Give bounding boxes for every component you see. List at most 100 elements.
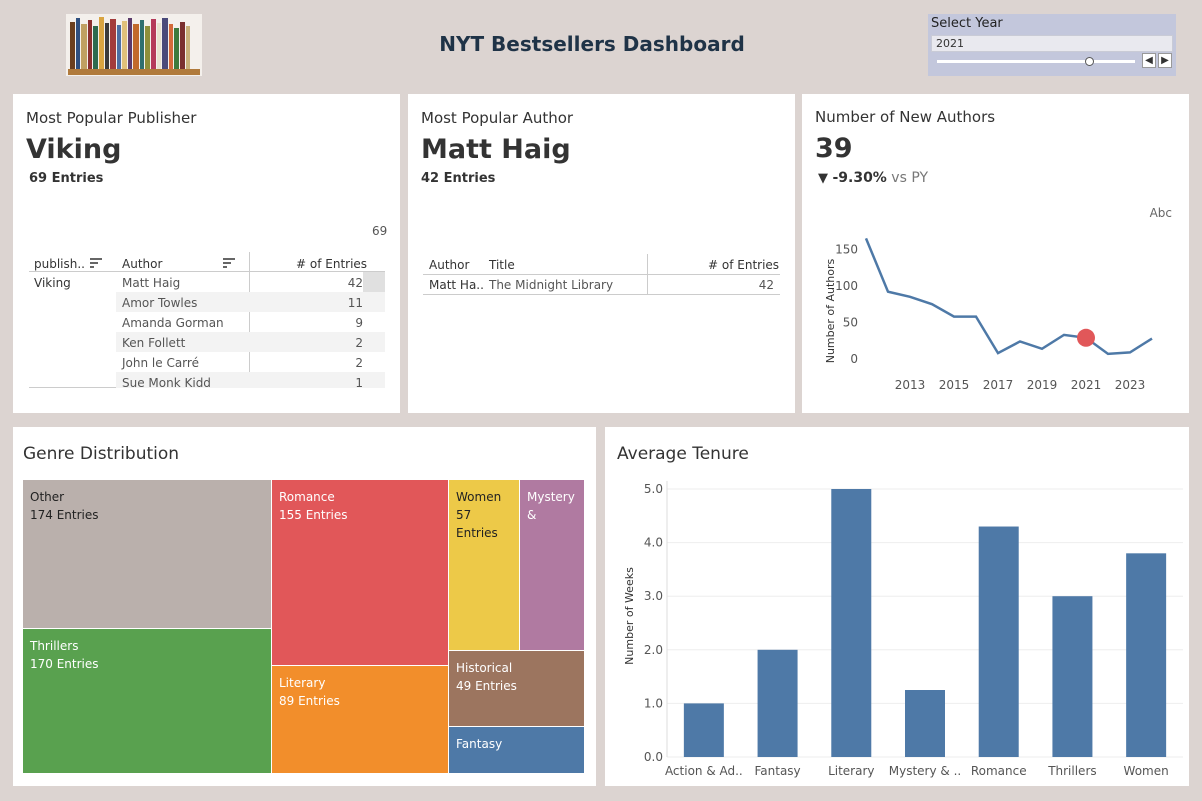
x-tick-label: Women	[1124, 764, 1169, 778]
x-tick-label: Fantasy	[754, 764, 800, 778]
tile-entries: 89 Entries	[279, 694, 340, 708]
row-author: Sue Monk Kidd	[122, 376, 211, 388]
tile-entries: 170 Entries	[30, 657, 99, 671]
yoy-change: ▼ -9.30% vs PY	[818, 170, 928, 186]
table-row[interactable]: Ken Follett 2	[116, 332, 385, 352]
row-count: 11	[347, 296, 363, 310]
y-tick-label: 50	[843, 315, 858, 329]
new-authors-line	[864, 237, 1153, 356]
tile-entries: 49 Entries	[456, 679, 517, 693]
row-title: The Midnight Library	[489, 278, 614, 292]
tile-name: Historical	[456, 661, 513, 675]
y-tick-label: 150	[835, 242, 858, 256]
x-tick-label: 2015	[939, 378, 970, 392]
bar[interactable]	[905, 690, 945, 757]
row-author: John le Carré	[122, 356, 199, 370]
tile-name: Thrillers	[30, 639, 79, 653]
x-tick-label: 2017	[983, 378, 1014, 392]
dashboard-title: NYT Bestsellers Dashboard	[439, 32, 745, 56]
year-slider-track[interactable]	[937, 60, 1135, 63]
col-header-title[interactable]: Title	[489, 258, 515, 272]
genre-tile-literary[interactable]: Literary 89 Entries	[272, 666, 449, 774]
genre-tile-other[interactable]: Other 174 Entries	[23, 480, 272, 629]
publisher-panel: Most Popular Publisher Viking 69 Entries…	[13, 94, 400, 413]
genre-panel: Genre Distribution Other 174 Entries Thr…	[13, 427, 596, 786]
new-authors-value: 39	[815, 133, 853, 164]
tile-name: Literary	[279, 676, 326, 690]
selected-year-marker[interactable]	[1077, 328, 1095, 347]
genre-tile-women[interactable]: Women 57 Entries	[449, 480, 520, 651]
bar[interactable]	[1126, 553, 1167, 757]
chevron-left-icon[interactable]: ◀	[1142, 53, 1156, 68]
year-filter-label: Select Year	[931, 16, 1003, 31]
tile-name: Romance	[279, 490, 335, 504]
x-tick-label: Romance	[971, 764, 1027, 778]
table-row[interactable]: Matt Ha.. The Midnight Library 42	[423, 275, 780, 294]
y-tick-label: 4.0	[644, 536, 663, 550]
table-bottom-divider	[423, 294, 780, 295]
row-count: 2	[355, 336, 363, 350]
genre-tile-thrillers[interactable]: Thrillers 170 Entries	[23, 629, 272, 774]
bar[interactable]	[683, 703, 724, 757]
bookshelf-logo	[66, 14, 202, 76]
y-tick-label: 5.0	[644, 482, 663, 496]
bar[interactable]	[757, 649, 798, 757]
bar[interactable]	[831, 489, 872, 757]
tile-name: Women	[456, 490, 502, 504]
row-author: Ken Follett	[122, 336, 186, 350]
yoy-suffix: vs PY	[891, 170, 929, 186]
new-authors-title: Number of New Authors	[815, 108, 996, 126]
new-authors-line-chart: Number of Authors 150 100 50 0 2013 2015 2017…	[824, 237, 1153, 392]
col-header-publisher[interactable]: publish..	[34, 257, 85, 271]
top-author-name: Matt Haig	[421, 134, 571, 165]
year-filter-value[interactable]: 2021	[931, 35, 1173, 52]
table-row[interactable]: John le Carré 2	[116, 352, 385, 372]
row-group-publisher: Viking	[34, 276, 71, 290]
bar[interactable]	[978, 526, 1019, 757]
author-panel-title: Most Popular Author	[421, 109, 574, 127]
chevron-right-icon[interactable]: ▶	[1158, 53, 1172, 68]
average-tenure-bar-chart: Number of Weeks 5.0 4.0 3.0 2.0 1.0 0.0 Actio…	[623, 481, 1183, 778]
x-tick-label: Action & Ad..	[665, 764, 743, 778]
row-author: Amor Towles	[122, 296, 198, 310]
row-count: 42	[347, 276, 363, 290]
table-row[interactable]: Sue Monk Kidd 1	[116, 372, 385, 388]
down-triangle-icon: ▼	[818, 171, 828, 186]
year-filter[interactable]: Select Year 2021 ◀ ▶	[928, 14, 1176, 76]
col-header-entries[interactable]: # of Entries	[708, 258, 779, 272]
bar[interactable]	[1052, 596, 1093, 757]
sort-icon[interactable]	[223, 258, 235, 268]
tenure-panel: Average Tenure Number of Weeks 5.0 4.0 3.0…	[605, 427, 1189, 786]
x-tick-label: 2023	[1115, 378, 1146, 392]
col-header-author[interactable]: Author	[429, 258, 469, 272]
tile-name: Other	[30, 490, 65, 504]
table-row[interactable]: Amor Towles 11	[116, 292, 385, 312]
publisher-panel-title: Most Popular Publisher	[26, 109, 197, 127]
y-axis-label: Number of Authors	[824, 258, 837, 363]
y-tick-label: 2.0	[644, 643, 663, 657]
genre-tile-mystery[interactable]: Mystery &	[520, 480, 585, 651]
genre-tile-fantasy[interactable]: Fantasy	[449, 727, 585, 774]
x-tick-label: Mystery & ..	[889, 764, 961, 778]
table-row[interactable]: Amanda Gorman 9	[116, 312, 385, 332]
table-row[interactable]: Matt Haig 42	[116, 272, 363, 292]
y-tick-label: 1.0	[644, 696, 663, 710]
col-header-entries[interactable]: # of Entries	[296, 257, 367, 271]
top-publisher-entries: 69 Entries	[29, 171, 104, 186]
year-slider-handle[interactable]	[1085, 57, 1094, 66]
genre-tile-historical[interactable]: Historical 49 Entries	[449, 651, 585, 727]
y-axis-label: Number of Weeks	[623, 567, 636, 665]
sort-icon[interactable]	[90, 258, 102, 268]
x-tick-label: 2021	[1071, 378, 1102, 392]
abc-label: Abc	[1149, 206, 1172, 220]
tile-entries: 57 Entries	[456, 508, 498, 540]
x-tick-label: 2013	[895, 378, 926, 392]
y-tick-label: 100	[835, 279, 858, 293]
row-author: Amanda Gorman	[122, 316, 224, 330]
tile-name: Mystery &	[527, 490, 575, 522]
row-count: 1	[355, 376, 363, 388]
row-author: Matt Ha..	[429, 278, 484, 292]
genre-tile-romance[interactable]: Romance 155 Entries	[272, 480, 449, 666]
col-header-author[interactable]: Author	[122, 257, 162, 271]
new-authors-panel: Number of New Authors 39 ▼ -9.30% vs PY …	[802, 94, 1189, 413]
